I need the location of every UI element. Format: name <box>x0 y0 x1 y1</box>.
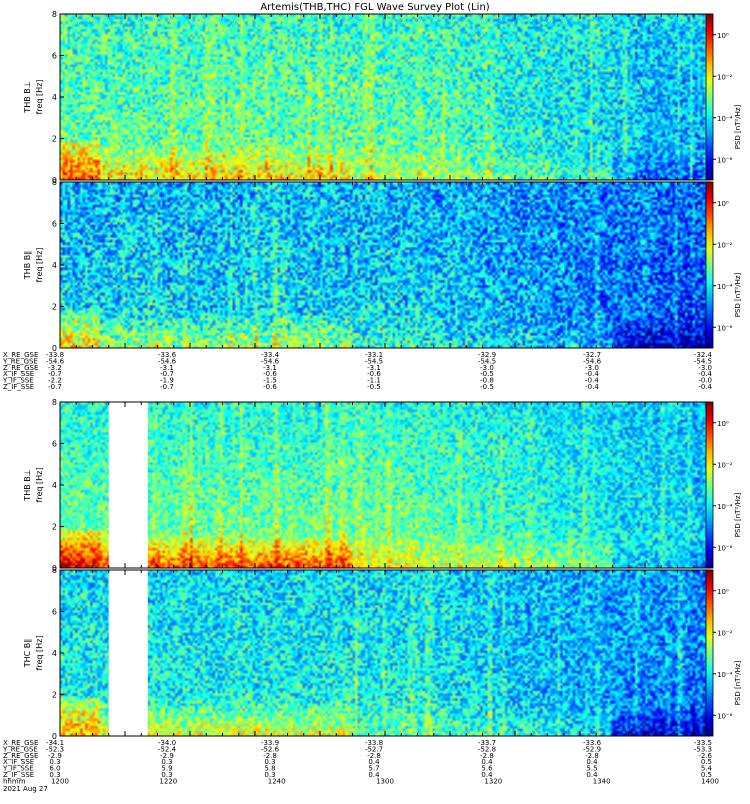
wave-survey-figure: Artemis(THB,THC) FGL Wave Survey Plot (L… <box>0 0 750 800</box>
date-label: 2021 Aug 27 <box>3 785 48 793</box>
colorbar-tick-label: 10⁰ <box>717 200 729 208</box>
colorbar-tick-label: 10⁻⁴ <box>717 671 733 679</box>
freq-tick-label: 8 <box>52 398 57 407</box>
spectrogram-image-1-1 <box>60 570 710 736</box>
freq-tick-label: 4 <box>52 261 57 270</box>
panel-ylabel-freq: freq [Hz] <box>35 80 44 115</box>
colorbar-label: PSD [nT²/Hz] <box>734 492 742 537</box>
ephemeris-value: -0.4 <box>698 383 712 391</box>
freq-tick-label: 2 <box>52 691 57 700</box>
panel-ylabel-probe: THB B⊥ <box>23 81 32 113</box>
panel-ylabel-probe: THB B⊥ <box>23 469 32 501</box>
colorbar-0-1 <box>705 181 714 349</box>
colorbar-tick-label: 10⁻⁶ <box>717 544 733 552</box>
panel-ylabel-freq: freq [Hz] <box>35 248 44 283</box>
panel-ylabel-probe: THC B∥ <box>23 639 32 669</box>
colorbar-1-1 <box>705 569 714 737</box>
spectrogram-image-1-0 <box>60 402 710 568</box>
spectrogram-image-0-0 <box>60 14 710 180</box>
spectrogram-image-0-1 <box>60 182 710 348</box>
spectrogram-chart: Artemis(THB,THC) FGL Wave Survey Plot (L… <box>2 2 742 793</box>
time-tick-label: 1240 <box>268 777 286 785</box>
panel-ylabel-probe: THB B∥ <box>23 251 32 280</box>
freq-tick-label: 6 <box>52 52 57 61</box>
panel-ylabel-freq: freq [Hz] <box>35 468 44 503</box>
colorbar-tick-label: 10⁻² <box>717 241 733 249</box>
freq-tick-label: 2 <box>52 135 57 144</box>
colorbar-tick-label: 10⁰ <box>717 588 729 596</box>
colorbar-label: PSD [nT²/Hz] <box>734 104 742 149</box>
data-gap-0 <box>108 402 148 568</box>
freq-tick-label: 4 <box>52 93 57 102</box>
ephemeris-value: -0.7 <box>160 383 174 391</box>
ephemeris-value: -0.4 <box>585 383 599 391</box>
time-tick-label: 1200 <box>51 777 69 785</box>
colorbar-tick-label: 10⁻⁶ <box>717 156 733 164</box>
colorbar-1-0 <box>705 401 714 569</box>
colorbar-tick-label: 10⁰ <box>717 420 729 428</box>
freq-tick-label: 2 <box>52 523 57 532</box>
time-tick-label: 1300 <box>376 777 394 785</box>
data-gap-1 <box>108 570 148 736</box>
colorbar-label: PSD [nT²/Hz] <box>734 660 742 705</box>
time-tick-label: 1320 <box>484 777 502 785</box>
freq-tick-label: 8 <box>52 566 57 575</box>
chart-title: Artemis(THB,THC) FGL Wave Survey Plot (L… <box>260 2 489 13</box>
ephemeris-row-label: Z_IF_SSE <box>3 383 34 391</box>
colorbar-label: PSD [nT²/Hz] <box>734 272 742 317</box>
colorbar-tick-label: 10⁻⁴ <box>717 115 733 123</box>
colorbar-tick-label: 10⁻⁶ <box>717 712 733 720</box>
ephemeris-value: -0.5 <box>367 383 381 391</box>
freq-tick-label: 4 <box>52 481 57 490</box>
colorbar-tick-label: 10⁻² <box>717 461 733 469</box>
time-tick-label: 1220 <box>159 777 177 785</box>
freq-tick-label: 6 <box>52 608 57 617</box>
freq-tick-label: 6 <box>52 220 57 229</box>
freq-tick-label: 8 <box>52 178 57 187</box>
time-tick-label: 1400 <box>701 777 719 785</box>
colorbar-tick-label: 10⁻⁶ <box>717 324 733 332</box>
colorbar-tick-label: 10⁰ <box>717 32 729 40</box>
colorbar-tick-label: 10⁻² <box>717 73 733 81</box>
freq-tick-label: 6 <box>52 440 57 449</box>
freq-tick-label: 2 <box>52 303 57 312</box>
colorbar-0-0 <box>705 13 714 181</box>
colorbar-tick-label: 10⁻² <box>717 629 733 637</box>
panel-ylabel-freq: freq [Hz] <box>35 636 44 671</box>
ephemeris-value: -0.5 <box>480 383 494 391</box>
colorbar-tick-label: 10⁻⁴ <box>717 283 733 291</box>
ephemeris-value: -0.6 <box>263 383 277 391</box>
freq-tick-label: 8 <box>52 10 57 19</box>
freq-tick-label: 4 <box>52 649 57 658</box>
time-tick-label: 1340 <box>593 777 611 785</box>
colorbar-tick-label: 10⁻⁴ <box>717 503 733 511</box>
ephemeris-value: -0.7 <box>48 383 62 391</box>
